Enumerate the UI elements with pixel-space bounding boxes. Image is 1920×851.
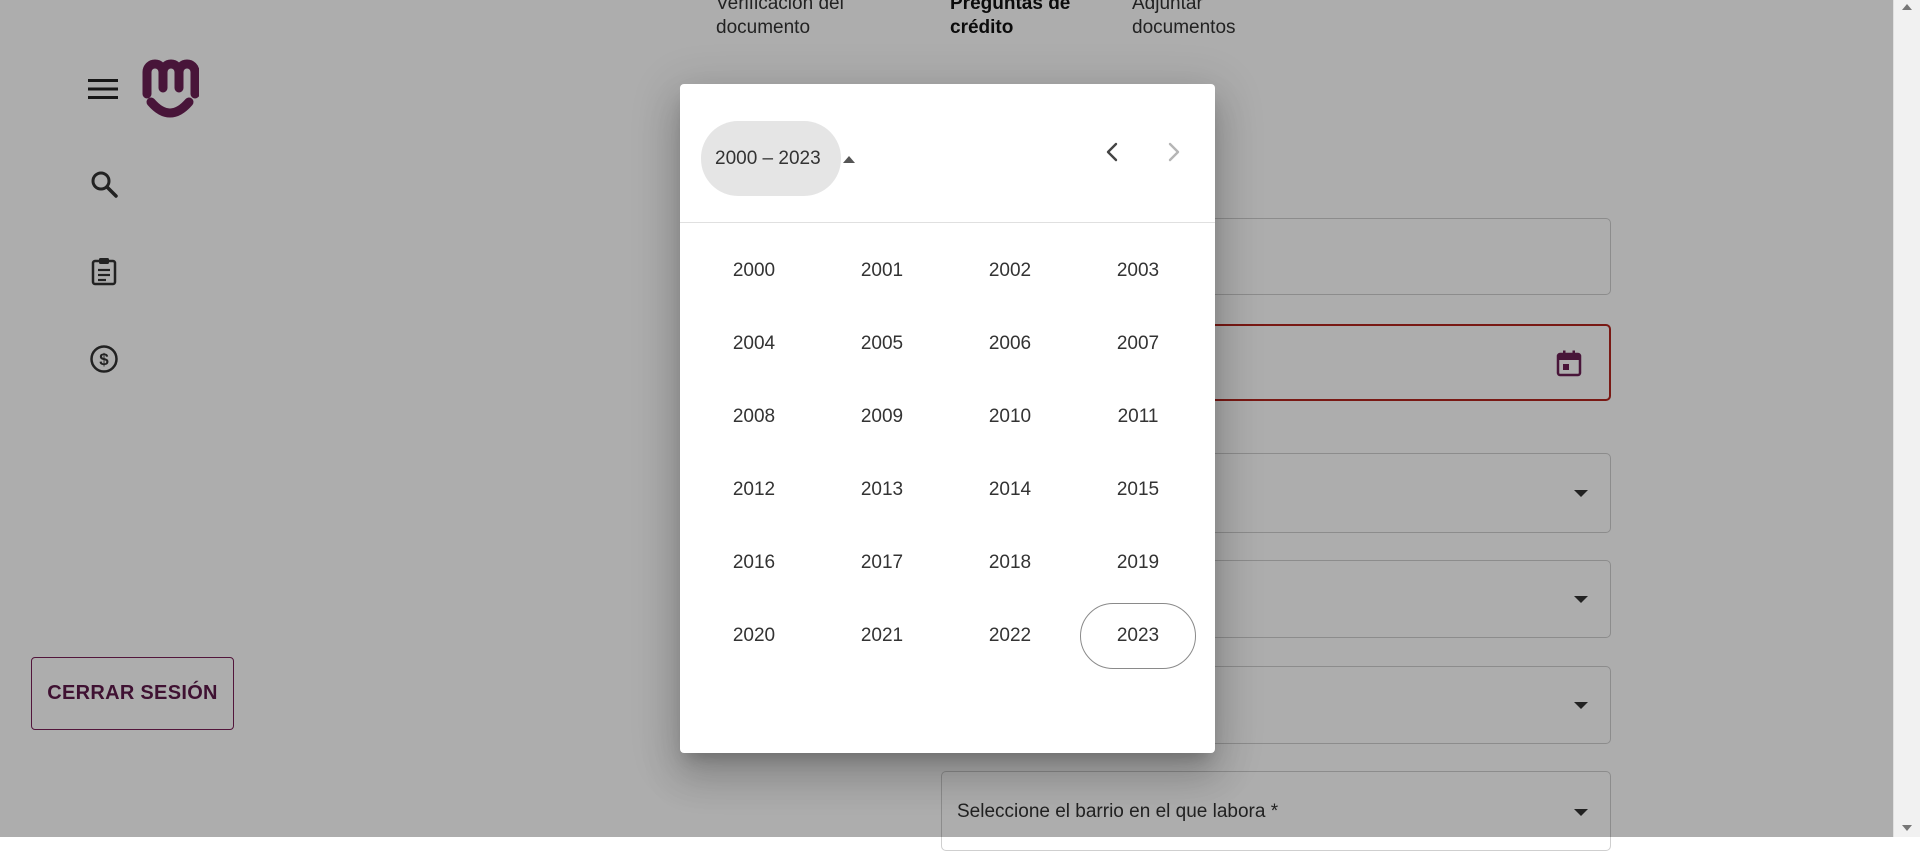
next-period-button[interactable]	[1155, 134, 1191, 170]
picker-divider	[680, 222, 1215, 223]
year-cell-2000[interactable]: 2000	[696, 238, 812, 304]
year-cell-2014[interactable]: 2014	[952, 457, 1068, 523]
year-cell-2004[interactable]: 2004	[696, 311, 812, 377]
year-cell-2013[interactable]: 2013	[824, 457, 940, 523]
year-picker-dialog: 2000 – 2023 2000 2001 2002 2003 2004 2005 2006…	[680, 84, 1215, 753]
year-cell-2008[interactable]: 2008	[696, 384, 812, 450]
year-cell-2009[interactable]: 2009	[824, 384, 940, 450]
year-cell-2011[interactable]: 2011	[1080, 384, 1196, 450]
year-cell-2005[interactable]: 2005	[824, 311, 940, 377]
year-cell-2018[interactable]: 2018	[952, 530, 1068, 596]
period-label: 2000 – 2023	[715, 148, 821, 169]
year-cell-2003[interactable]: 2003	[1080, 238, 1196, 304]
year-cell-2006[interactable]: 2006	[952, 311, 1068, 377]
page-scrollbar[interactable]	[1893, 0, 1920, 837]
year-cell-2021[interactable]: 2021	[824, 603, 940, 669]
previous-period-button[interactable]	[1095, 134, 1131, 170]
year-cell-2010[interactable]: 2010	[952, 384, 1068, 450]
year-cell-2019[interactable]: 2019	[1080, 530, 1196, 596]
year-cell-2015[interactable]: 2015	[1080, 457, 1196, 523]
scroll-up-icon[interactable]	[1902, 4, 1912, 10]
caret-up-icon	[843, 156, 855, 163]
year-cell-2020[interactable]: 2020	[696, 603, 812, 669]
year-cell-2023[interactable]: 2023	[1080, 603, 1196, 669]
scroll-down-icon[interactable]	[1902, 825, 1912, 831]
year-cell-2001[interactable]: 2001	[824, 238, 940, 304]
year-cell-2007[interactable]: 2007	[1080, 311, 1196, 377]
year-cell-2012[interactable]: 2012	[696, 457, 812, 523]
year-cell-2002[interactable]: 2002	[952, 238, 1068, 304]
year-cell-2016[interactable]: 2016	[696, 530, 812, 596]
year-cell-2017[interactable]: 2017	[824, 530, 940, 596]
year-cell-2022[interactable]: 2022	[952, 603, 1068, 669]
